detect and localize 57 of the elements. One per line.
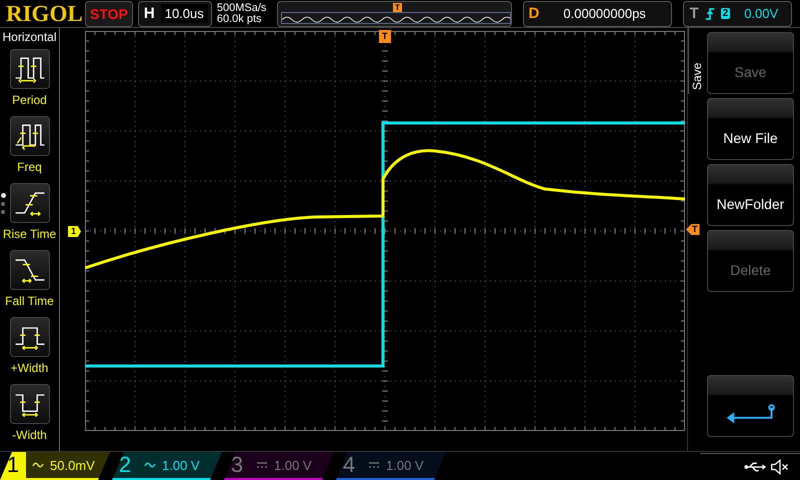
measure-label: Period <box>12 93 47 107</box>
memory-depth: 60.0k pts <box>216 14 263 24</box>
channel-scale: 1.00 V <box>274 458 312 472</box>
channel-number: 1 <box>0 452 26 478</box>
usb-icon <box>744 460 766 472</box>
ac-coupling-icon <box>32 461 44 469</box>
measure-label: Fall Time <box>5 294 54 308</box>
trigger-panel[interactable]: T 2 0.00V <box>683 0 792 26</box>
timebase-label: H <box>144 5 155 22</box>
dc-coupling-icon <box>368 461 380 469</box>
channel-tab[interactable]: 2 1.00 V <box>112 452 222 480</box>
channel-number: 4 <box>342 452 356 478</box>
brand-logo: RIGOL <box>6 0 80 26</box>
trigger-source: 2 <box>720 8 730 19</box>
sidebar-title: Horizontal <box>2 30 57 44</box>
channel-number: 2 <box>118 452 132 478</box>
menu-button[interactable]: NewFolder <box>707 164 794 226</box>
measure-button[interactable] <box>10 317 50 357</box>
timebase-panel[interactable]: H 10.0us <box>138 0 212 26</box>
trigger-time-marker: T <box>379 30 390 43</box>
channel-offset-marker: 1 <box>68 226 82 237</box>
measure-button[interactable] <box>10 384 50 424</box>
measure-button[interactable] <box>10 183 50 223</box>
channel-number: 3 <box>230 452 244 478</box>
measure-label: +Width <box>10 361 48 375</box>
page-dot[interactable] <box>1 193 6 198</box>
channel-scale: 1.00 V <box>162 458 200 472</box>
measure-button[interactable] <box>10 250 50 290</box>
run-stop-status[interactable]: STOP <box>85 0 133 26</box>
sample-rate: 500MSa/s <box>216 2 268 14</box>
ac-coupling-icon <box>144 461 156 469</box>
timebase-value: 10.0us <box>160 4 208 23</box>
delay-label: D <box>528 5 540 22</box>
measure-label: Freq <box>17 160 42 174</box>
channel-scale: 1.00 V <box>386 458 424 472</box>
delay-panel[interactable]: D 0.00000000ps <box>522 0 672 26</box>
trigger-level-marker: T <box>686 224 700 235</box>
measure-button[interactable] <box>10 49 50 89</box>
trigger-position-marker: T <box>393 2 402 12</box>
delay-value: 0.00000000ps <box>562 6 646 21</box>
trigger-label: T <box>689 5 699 22</box>
measure-button[interactable] <box>10 116 50 156</box>
channel-tab[interactable]: 3 1.00 V <box>224 452 334 480</box>
measure-label: Rise Time <box>2 227 56 241</box>
channel-scale: 50.0mV <box>50 458 95 472</box>
back-button[interactable] <box>707 375 794 437</box>
page-dot[interactable] <box>1 202 5 206</box>
menu-title: Save <box>688 28 705 94</box>
dc-coupling-icon <box>256 461 268 469</box>
rising-edge-icon <box>704 6 715 20</box>
menu-button[interactable]: New File <box>707 98 794 160</box>
page-dot[interactable] <box>1 210 5 214</box>
measure-label: -Width <box>12 428 47 442</box>
channel-tab[interactable]: 1 50.0mV <box>0 452 110 480</box>
channel-tab[interactable]: 4 1.00 V <box>336 452 446 480</box>
speaker-muted-icon <box>770 458 790 476</box>
trigger-level: 0.00V <box>743 6 778 21</box>
